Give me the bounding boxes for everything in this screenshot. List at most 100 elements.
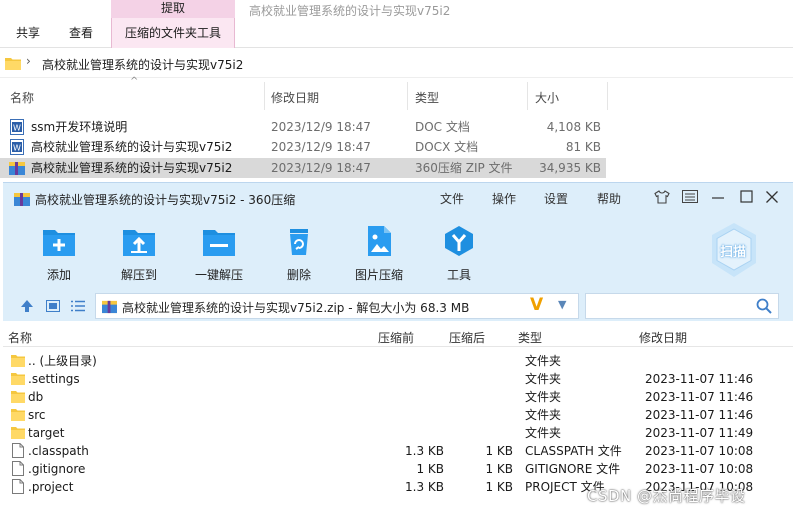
file-row-selected[interactable]: 高校就业管理系统的设计与实现v75i2 2023/12/9 18:47 360压… — [0, 158, 606, 178]
entry-type: 文件夹 — [525, 354, 562, 368]
file-type: 360压缩 ZIP 文件 — [415, 161, 513, 175]
entry-name: .classpath — [28, 444, 89, 458]
column-divider[interactable] — [407, 82, 408, 110]
menu-settings[interactable]: 设置 — [544, 190, 568, 207]
chevron-down-icon[interactable]: ▼ — [558, 298, 566, 311]
archive-search-input[interactable] — [585, 293, 779, 319]
zip-navigation-bar: 高校就业管理系统的设计与实现v75i2.zip - 解包大小为 68.3 MB … — [3, 291, 793, 321]
menu-file[interactable]: 文件 — [440, 190, 464, 207]
scan-button[interactable]: 扫描 — [708, 221, 760, 279]
zip-title-bar[interactable]: 高校就业管理系统的设计与实现v75i2 - 360压缩 文件 操作 设置 帮助 — [3, 183, 793, 213]
column-divider[interactable] — [264, 82, 265, 110]
entry-size-before: 1 KB — [416, 462, 444, 476]
menu-help[interactable]: 帮助 — [597, 190, 621, 207]
column-name[interactable]: 名称 — [10, 89, 34, 106]
zip-archive-icon — [9, 160, 25, 182]
archive-row[interactable]: db 文件夹 2023-11-07 11:46 — [3, 388, 793, 406]
thumbnail-view-icon[interactable] — [46, 300, 60, 316]
search-icon[interactable] — [756, 298, 772, 317]
one-click-extract-button[interactable]: 一键解压 — [184, 225, 254, 283]
archive-row[interactable]: .gitignore 1 KB 1 KB GITIGNORE 文件 2023-1… — [3, 460, 793, 478]
file-size: 34,935 KB — [539, 161, 601, 175]
column-size[interactable]: 大小 — [535, 89, 559, 106]
entry-type: CLASSPATH 文件 — [525, 444, 622, 458]
column-date-modified[interactable]: 修改日期 — [271, 89, 319, 106]
extract-to-label: 解压到 — [120, 268, 157, 282]
image-compress-button[interactable]: 图片压缩 — [344, 225, 414, 283]
archive-row[interactable]: .settings 文件夹 2023-11-07 11:46 — [3, 370, 793, 388]
entry-size-after: 1 KB — [485, 480, 513, 494]
zip-window-title: 高校就业管理系统的设计与实现v75i2 - 360压缩 — [35, 193, 296, 207]
entry-type: 文件夹 — [525, 390, 562, 404]
one-click-extract-label: 一键解压 — [194, 268, 243, 282]
sort-ascending-indicator: ^ — [130, 76, 139, 87]
file-type: DOCX 文档 — [415, 140, 479, 154]
address-bar[interactable]: › 高校就业管理系统的设计与实现v75i2 — [0, 50, 793, 78]
minimize-icon[interactable] — [709, 186, 727, 210]
maximize-icon[interactable] — [738, 190, 756, 208]
context-tab-group-header: 提取 — [111, 0, 235, 18]
tab-compressed-folder-tools[interactable]: 压缩的文件夹工具 — [111, 18, 235, 48]
image-compress-icon — [344, 225, 414, 260]
v-badge-icon[interactable]: V — [530, 295, 543, 315]
watermark: CSDN @杰尚程序毕设 — [587, 487, 746, 505]
entry-name: db — [28, 390, 44, 404]
menu-icon[interactable] — [681, 190, 699, 208]
explorer-ribbon: 提取 共享 查看 压缩的文件夹工具 高校就业管理系统的设计与实现v75i2 — [0, 0, 793, 48]
file-row[interactable]: W 高校就业管理系统的设计与实现v75i2 2023/12/9 18:47 DO… — [0, 137, 606, 157]
close-icon[interactable] — [763, 190, 781, 208]
file-size: 81 KB — [565, 140, 601, 154]
zip-window: 高校就业管理系统的设计与实现v75i2 - 360压缩 文件 操作 设置 帮助 … — [3, 182, 793, 514]
add-button[interactable]: 添加 — [24, 225, 94, 283]
column-type[interactable]: 类型 — [518, 329, 542, 346]
entry-size-after: 1 KB — [485, 444, 513, 458]
delete-button[interactable]: 删除 — [264, 225, 334, 283]
archive-row[interactable]: .classpath 1.3 KB 1 KB CLASSPATH 文件 2023… — [3, 442, 793, 460]
one-click-extract-icon — [184, 225, 254, 260]
file-list-header: ^ 名称 修改日期 类型 大小 — [0, 76, 610, 110]
column-date-modified[interactable]: 修改日期 — [639, 329, 687, 346]
tools-button[interactable]: 工具 — [424, 225, 494, 283]
list-view-icon[interactable] — [71, 300, 85, 316]
extract-to-button[interactable]: 解压到 — [104, 225, 174, 283]
file-icon — [12, 479, 24, 499]
archive-row[interactable]: .. (上级目录) 文件夹 — [3, 352, 793, 370]
column-name[interactable]: 名称 — [8, 329, 32, 346]
svg-text:W: W — [13, 124, 21, 133]
column-size-after[interactable]: 压缩后 — [449, 329, 485, 346]
file-date: 2023/12/9 18:47 — [271, 120, 371, 134]
breadcrumb-separator: › — [26, 54, 31, 68]
shirt-icon[interactable] — [653, 190, 671, 208]
entry-size-after: 1 KB — [485, 462, 513, 476]
column-divider[interactable] — [527, 82, 528, 110]
extract-to-icon — [104, 225, 174, 260]
breadcrumb-path[interactable]: 高校就业管理系统的设计与实现v75i2 — [42, 56, 243, 73]
file-name: 高校就业管理系统的设计与实现v75i2 — [31, 140, 233, 154]
zip-archive-icon — [102, 299, 117, 317]
file-name: ssm开发环境说明 — [31, 120, 128, 134]
file-type: DOC 文档 — [415, 120, 470, 134]
column-size-before[interactable]: 压缩前 — [378, 329, 414, 346]
archive-row[interactable]: target 文件夹 2023-11-07 11:49 — [3, 424, 793, 442]
tools-icon — [424, 225, 494, 260]
menu-operation[interactable]: 操作 — [492, 190, 516, 207]
zip-toolbar: 添加 解压到 一键解压 删除 图片压缩 工具 扫描 — [3, 213, 793, 291]
entry-name: .gitignore — [28, 462, 86, 476]
entry-name: .settings — [28, 372, 80, 386]
delete-icon — [264, 225, 334, 260]
archive-row[interactable]: src 文件夹 2023-11-07 11:46 — [3, 406, 793, 424]
archive-path-field[interactable]: 高校就业管理系统的设计与实现v75i2.zip - 解包大小为 68.3 MB … — [95, 293, 579, 319]
tab-view[interactable]: 查看 — [69, 18, 93, 48]
entry-date: 2023-11-07 11:46 — [645, 408, 754, 422]
up-arrow-icon[interactable] — [20, 299, 34, 317]
column-divider[interactable] — [607, 82, 608, 110]
column-type[interactable]: 类型 — [415, 89, 439, 106]
folder-icon — [5, 56, 21, 73]
entry-size-before: 1.3 KB — [405, 444, 444, 458]
entry-size-before: 1.3 KB — [405, 480, 444, 494]
file-row[interactable]: W ssm开发环境说明 2023/12/9 18:47 DOC 文档 4,108… — [0, 117, 606, 137]
tab-share[interactable]: 共享 — [16, 18, 40, 48]
entry-date: 2023-11-07 10:08 — [645, 444, 754, 458]
entry-type: GITIGNORE 文件 — [525, 462, 621, 476]
archive-list-header: 名称 压缩前 压缩后 类型 修改日期 — [3, 323, 793, 347]
